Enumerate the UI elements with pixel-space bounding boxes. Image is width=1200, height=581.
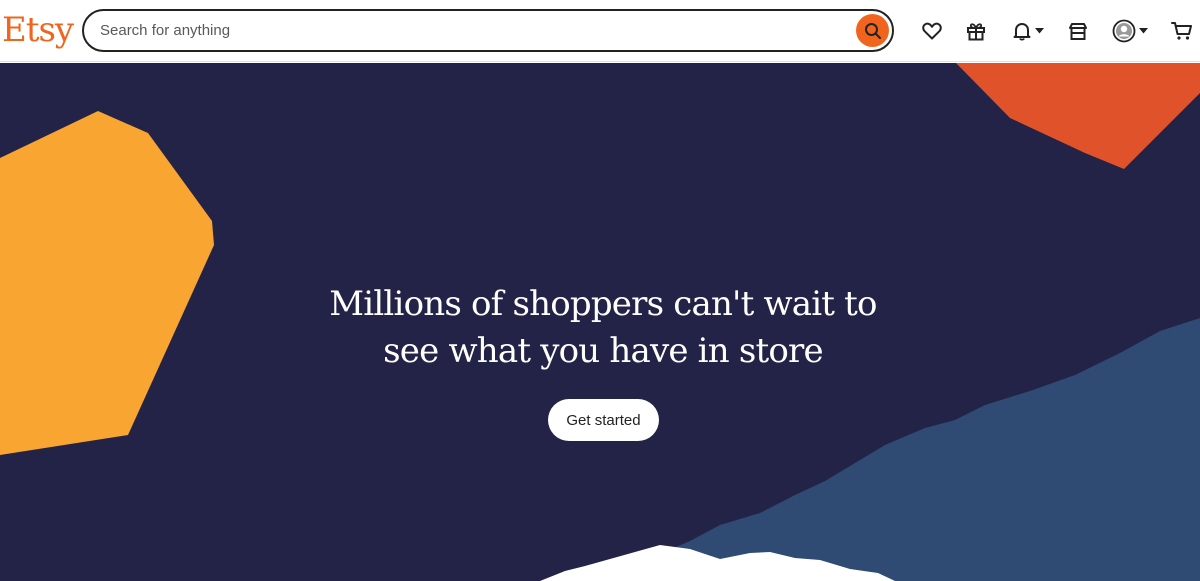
- gift-icon: [967, 23, 985, 41]
- orange-paper-shape: [0, 111, 214, 455]
- favorites-button[interactable]: [921, 16, 943, 46]
- search-icon: [864, 22, 881, 39]
- red-paper-shape: [956, 63, 1200, 169]
- search-input[interactable]: [100, 11, 840, 50]
- etsy-logo[interactable]: Etsy: [2, 8, 74, 52]
- shop-manager-button[interactable]: [1067, 16, 1089, 46]
- hero-headline-line-2: see what you have in store: [383, 331, 823, 371]
- notifications-button[interactable]: [1009, 16, 1047, 46]
- chevron-down-icon: [1139, 28, 1148, 34]
- chevron-down-icon: [1035, 28, 1044, 34]
- gifts-button[interactable]: [965, 16, 987, 46]
- search-bar[interactable]: [82, 9, 894, 52]
- site-header: Etsy: [0, 0, 1200, 62]
- search-button[interactable]: [856, 14, 889, 47]
- cart-button[interactable]: [1170, 16, 1194, 46]
- bell-icon: [1013, 23, 1031, 41]
- cart-icon: [1171, 22, 1192, 40]
- hero-headline: Millions of shoppers can't wait to see w…: [300, 281, 906, 375]
- get-started-button[interactable]: Get started: [548, 399, 659, 441]
- heart-icon: [922, 22, 942, 40]
- hero-banner: Millions of shoppers can't wait to see w…: [0, 63, 1200, 581]
- hero-headline-line-1: Millions of shoppers can't wait to: [329, 284, 877, 324]
- account-icon: [1112, 19, 1136, 43]
- account-menu-button[interactable]: [1110, 16, 1150, 46]
- shop-icon: [1069, 23, 1087, 40]
